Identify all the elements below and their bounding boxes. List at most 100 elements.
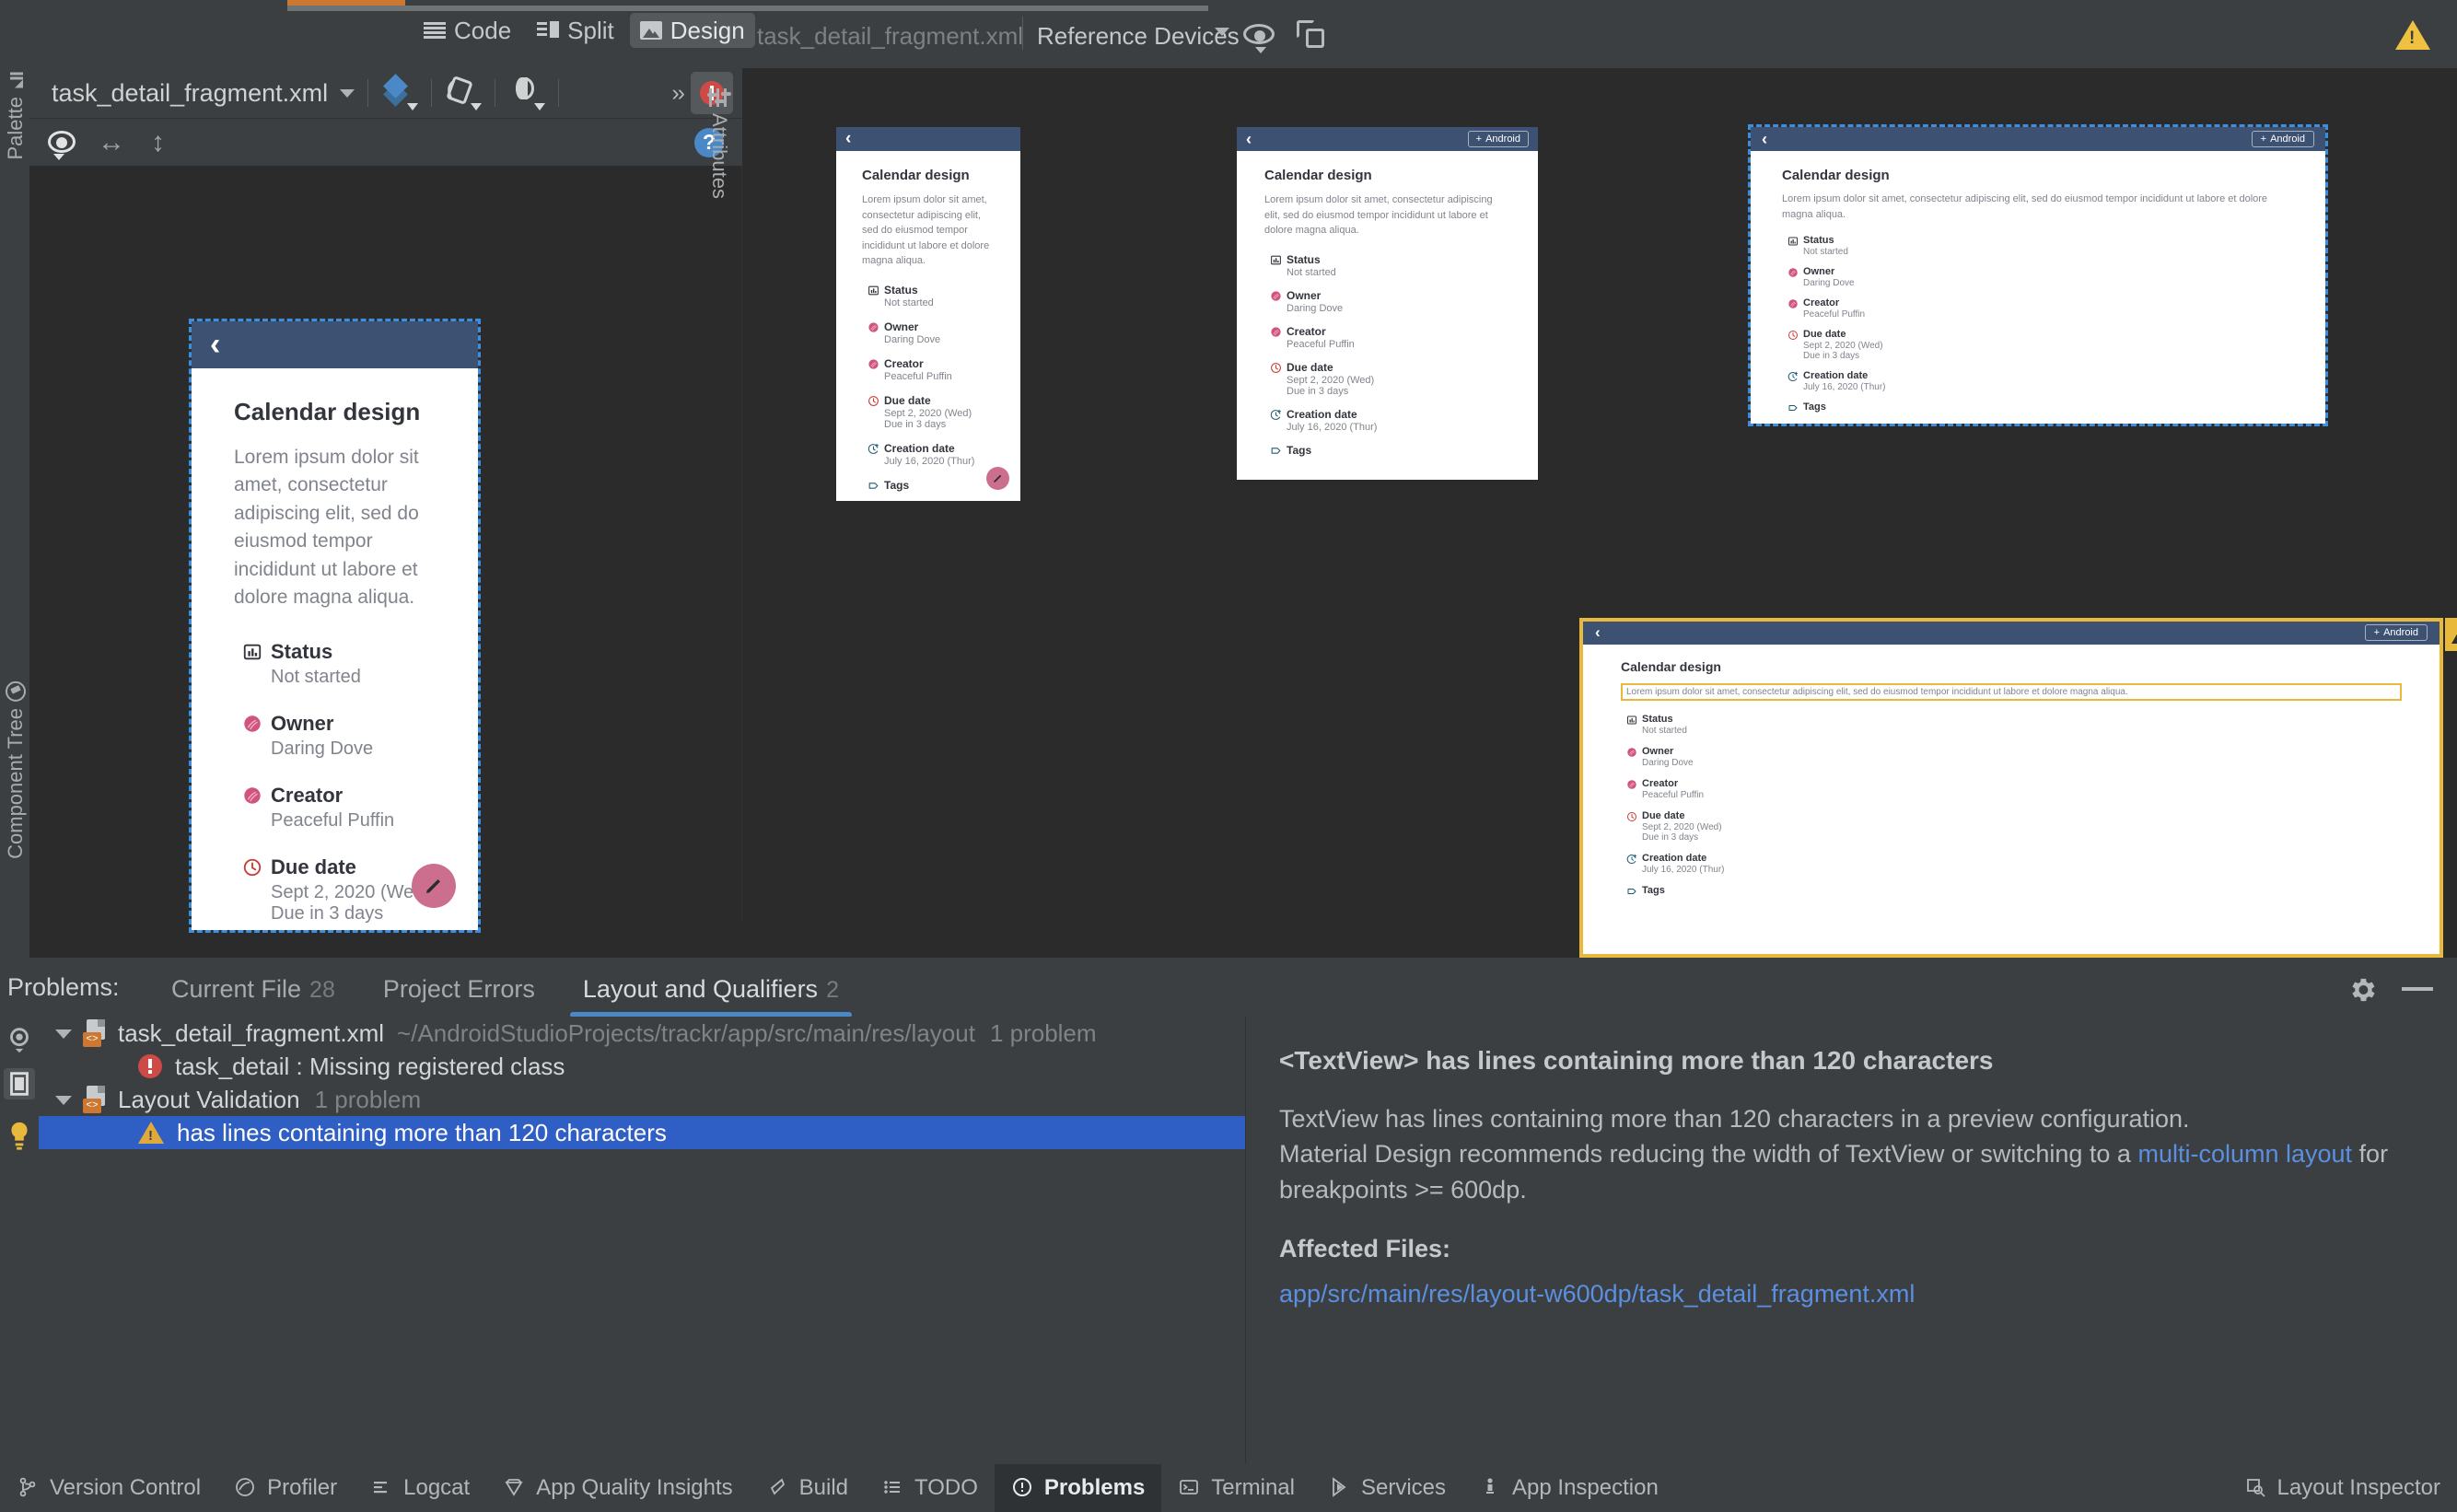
chevron-down-icon[interactable]	[340, 88, 355, 98]
detail-row[interactable]: Owner Daring Dove	[1782, 266, 2294, 288]
detail-row[interactable]: Status Not started	[862, 284, 995, 308]
detail-row[interactable]: Due date Sept 2, 2020 (Wed) Due in 3 day…	[1264, 361, 1510, 397]
design-file-selector[interactable]: task_detail_fragment.xml	[52, 79, 328, 108]
sidebar-item-component-tree[interactable]: Component Tree	[4, 681, 28, 859]
chevron-down-icon[interactable]	[1215, 28, 1229, 36]
vertical-resize-icon[interactable]: ↕	[151, 123, 190, 162]
preview-appbar: ‹	[836, 127, 1020, 151]
copy-layers-icon[interactable]	[1297, 20, 1328, 50]
minimize-icon[interactable]	[2402, 987, 2433, 991]
eye-inspect-icon[interactable]	[4, 1024, 35, 1055]
tab-split[interactable]: Split	[527, 13, 624, 48]
layout-validation-canvas[interactable]: ‹ Calendar design Lorem ipsum dolor sit …	[742, 68, 2457, 958]
detail-row[interactable]: Status Not started	[234, 640, 436, 688]
preview-warning-badge[interactable]: !	[2445, 618, 2457, 651]
gear-icon[interactable]	[2346, 974, 2378, 1006]
edit-fab-button[interactable]	[986, 467, 1009, 490]
detail-row[interactable]: Due date Sept 2, 2020 (Wed) Due in 3 day…	[234, 855, 436, 925]
affected-file-link[interactable]: app/src/main/res/layout-w600dp/task_deta…	[1279, 1280, 2424, 1308]
detail-row[interactable]: Due date Sept 2, 2020 (Wed) Due in 3 day…	[1621, 810, 2402, 843]
statusbar-item-profiler[interactable]: Profiler	[217, 1464, 354, 1512]
eye-visibility-icon[interactable]	[44, 123, 83, 162]
tree-file-row[interactable]: <> task_detail_fragment.xml ~/AndroidStu…	[39, 1017, 1245, 1050]
preview-phone-d[interactable]: ‹ + Android Calendar design Lorem ipsum …	[1582, 621, 2440, 958]
detail-row[interactable]: Owner Daring Dove	[1264, 289, 1510, 314]
detail-row[interactable]: Creation date July 16, 2020 (Thur)	[1264, 408, 1510, 433]
back-arrow-icon[interactable]: ‹	[845, 129, 851, 149]
sidebar-item-palette[interactable]: Palette	[4, 72, 28, 160]
statusbar-item-layout-inspector[interactable]: Layout Inspector	[2228, 1464, 2457, 1512]
statusbar-item-services[interactable]: Services	[1311, 1464, 1462, 1512]
android-chip-button[interactable]: + Android	[2251, 131, 2314, 147]
detail-row-label: Tags	[1287, 443, 1312, 457]
preview-phone-main[interactable]: ‹ Calendar design Lorem ipsum dolor sit …	[192, 321, 478, 930]
split-panel-icon[interactable]	[4, 1068, 35, 1099]
detail-row[interactable]: Owner Daring Dove	[862, 320, 995, 345]
android-chip-button[interactable]: + Android	[1467, 131, 1529, 147]
tree-problem-row[interactable]: task_detail : Missing registered class	[39, 1050, 1245, 1083]
chevron-down-icon[interactable]	[55, 1029, 72, 1039]
layers-stack-icon[interactable]	[381, 74, 419, 111]
tab-layout-and-qualifiers-label: Layout and Qualifiers	[582, 975, 819, 1003]
tree-problem-row[interactable]: has lines containing more than 120 chara…	[39, 1116, 1245, 1149]
android-chip-button[interactable]: + Android	[2364, 624, 2428, 641]
warning-triangle-icon[interactable]	[2395, 20, 2430, 50]
detail-row[interactable]: Status Not started	[1782, 235, 2294, 257]
detail-row[interactable]: Creation date July 16, 2020 (Thur)	[1621, 853, 2402, 875]
tab-code[interactable]: Code	[413, 13, 521, 48]
detail-row[interactable]: Creator Peaceful Puffin	[234, 784, 436, 832]
back-arrow-icon[interactable]: ‹	[1762, 130, 1767, 149]
detail-row[interactable]: Creation date July 16, 2020 (Thur)	[862, 442, 995, 467]
detail-row[interactable]: Tags	[1264, 444, 1510, 457]
theme-blend-icon[interactable]	[508, 75, 546, 111]
detail-row[interactable]: Owner Daring Dove	[234, 712, 436, 760]
detail-row[interactable]: Creator Peaceful Puffin	[1782, 297, 2294, 320]
back-arrow-icon[interactable]: ‹	[1246, 130, 1252, 149]
detail-row-label: Owner	[1803, 266, 1835, 277]
statusbar-item-problems[interactable]: Problems	[994, 1464, 1162, 1512]
preview-phone-b[interactable]: ‹ + Android Calendar design Lorem ipsum …	[1237, 127, 1538, 480]
detail-row[interactable]: Creator Peaceful Puffin	[1621, 778, 2402, 800]
detail-row[interactable]: Status Not started	[1621, 714, 2402, 736]
chevrons-right-icon[interactable]: ››	[671, 80, 685, 107]
multi-column-layout-link[interactable]: multi-column layout	[2137, 1140, 2352, 1168]
detail-row[interactable]: Creator Peaceful Puffin	[862, 357, 995, 382]
detail-row[interactable]: Tags	[862, 479, 995, 492]
tab-current-file[interactable]: Current File 28	[147, 971, 359, 1020]
detail-row[interactable]: Due date Sept 2, 2020 (Wed) Due in 3 day…	[1782, 329, 2294, 361]
problems-gutter	[0, 1017, 39, 1464]
detail-row[interactable]: Owner Daring Dove	[1621, 746, 2402, 768]
statusbar-item-version-control[interactable]: Version Control	[0, 1464, 217, 1512]
edit-fab-button[interactable]	[412, 864, 456, 908]
statusbar-item-build[interactable]: Build	[750, 1464, 865, 1512]
back-arrow-icon[interactable]: ‹	[210, 327, 220, 363]
detail-row[interactable]: Due date Sept 2, 2020 (Wed) Due in 3 day…	[862, 394, 995, 430]
detail-row[interactable]: Tags	[1782, 401, 2294, 413]
reference-devices-dropdown[interactable]: Reference Devices	[1037, 22, 1240, 51]
tab-project-errors[interactable]: Project Errors	[359, 971, 559, 1020]
design-canvas[interactable]: ‹ Calendar design Lorem ipsum dolor sit …	[29, 166, 741, 983]
statusbar-item-logcat[interactable]: Logcat	[354, 1464, 486, 1512]
back-arrow-icon[interactable]: ‹	[1595, 623, 1601, 642]
preview-phone-a[interactable]: ‹ Calendar design Lorem ipsum dolor sit …	[836, 127, 1020, 501]
statusbar-item-terminal[interactable]: Terminal	[1161, 1464, 1311, 1512]
statusbar-item-todo[interactable]: TODO	[865, 1464, 995, 1512]
detail-row[interactable]: Tags	[1621, 885, 2402, 897]
sidebar-item-attributes[interactable]: Attributes	[707, 88, 731, 199]
preview-phone-c[interactable]: ‹ + Android Calendar design Lorem ipsum …	[1751, 127, 2325, 424]
detail-row[interactable]: Creator Peaceful Puffin	[1264, 325, 1510, 350]
split-view-icon	[537, 21, 560, 40]
tree-file-row[interactable]: <> Layout Validation 1 problem	[39, 1083, 1245, 1116]
device-rotate-icon[interactable]	[445, 75, 483, 111]
statusbar-item-app-quality-insights[interactable]: App Quality Insights	[486, 1464, 749, 1512]
tab-design[interactable]: Design	[629, 13, 755, 48]
detail-row[interactable]: Status Not started	[1264, 253, 1510, 278]
chevron-down-icon[interactable]	[55, 1096, 72, 1105]
eye-icon[interactable]	[1243, 24, 1275, 53]
detail-row[interactable]: Creation date July 16, 2020 (Thur)	[1782, 370, 2294, 392]
horizontal-resize-icon[interactable]: ↔	[98, 123, 136, 162]
statusbar-item-app-inspection[interactable]: App Inspection	[1462, 1464, 1675, 1512]
problems-tree[interactable]: <> task_detail_fragment.xml ~/AndroidStu…	[39, 1017, 1245, 1464]
tab-layout-and-qualifiers[interactable]: Layout and Qualifiers 2	[559, 971, 863, 1020]
lightbulb-icon[interactable]	[4, 1120, 35, 1151]
